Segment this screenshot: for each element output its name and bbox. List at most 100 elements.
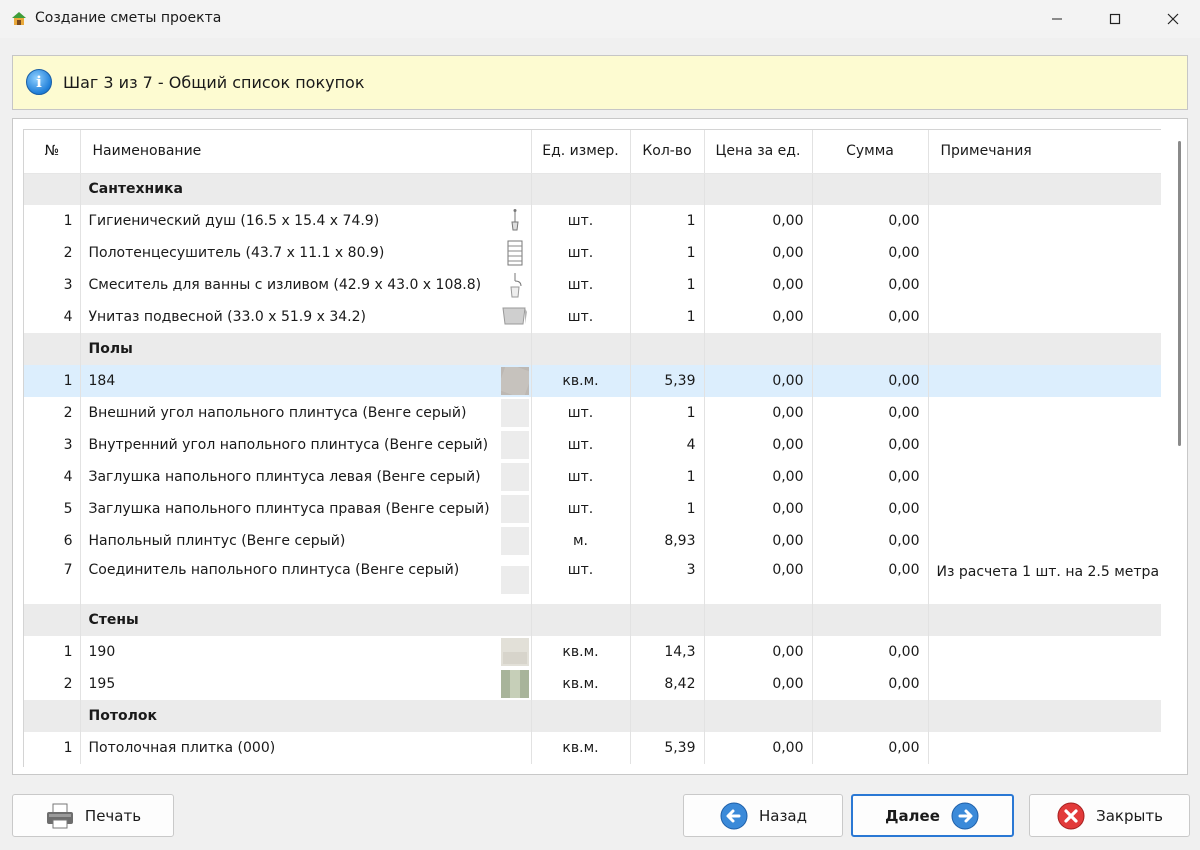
vertical-scrollbar[interactable] (1173, 131, 1183, 767)
row-price[interactable]: 0,00 (704, 732, 813, 764)
row-qty: 8,93 (630, 525, 705, 557)
category-num-cell (24, 173, 81, 205)
row-note[interactable] (928, 461, 1161, 493)
row-note[interactable] (928, 429, 1161, 461)
row-note[interactable] (928, 493, 1161, 525)
row-note[interactable] (928, 269, 1161, 301)
table-row[interactable]: 4 Унитаз подвесной (33.0 x 51.9 x 34.2) шт… (24, 301, 1161, 333)
table-row[interactable]: 2 195 кв.м. 8,42 0,00 0,00 (24, 668, 1161, 700)
row-price[interactable]: 0,00 (704, 557, 813, 604)
category-row[interactable]: Сантехника (24, 173, 1161, 205)
header-unit[interactable]: Ед. измер. (531, 130, 631, 174)
header-qty[interactable]: Кол-во (630, 130, 705, 174)
header-price[interactable]: Цена за ед. (704, 130, 813, 174)
row-qty: 1 (630, 461, 705, 493)
row-name: 195 (88, 676, 116, 692)
back-button[interactable]: Назад (683, 794, 843, 837)
row-name: Внешний угол напольного плинтуса (Венге … (88, 405, 467, 421)
category-row[interactable]: Стены (24, 604, 1161, 636)
close-button[interactable]: Закрыть (1029, 794, 1190, 837)
table-header-row: № Наименование Ед. измер. Кол-во Цена за… (24, 130, 1161, 174)
print-button[interactable]: Печать (12, 794, 174, 837)
table-row[interactable]: 3 Смеситель для ванны с изливом (42.9 x 4… (24, 269, 1161, 301)
row-note[interactable] (928, 365, 1161, 397)
row-price[interactable]: 0,00 (704, 237, 813, 269)
row-name-cell: Полотенцесушитель (43.7 x 11.1 x 80.9) (80, 237, 532, 269)
scrollbar-thumb[interactable] (1178, 141, 1181, 446)
toilet-icon (500, 303, 530, 331)
row-unit: м. (531, 525, 631, 557)
row-price[interactable]: 0,00 (704, 636, 813, 668)
row-sum: 0,00 (812, 365, 929, 397)
row-note[interactable] (928, 301, 1161, 333)
row-qty: 5,39 (630, 732, 705, 764)
table-row[interactable]: 1 184 кв.м. 5,39 0,00 0,00 (24, 365, 1161, 397)
row-note[interactable] (928, 397, 1161, 429)
row-price[interactable]: 0,00 (704, 525, 813, 557)
row-num: 4 (24, 301, 81, 333)
minimize-button[interactable] (1028, 0, 1086, 38)
table-row[interactable]: 2 Внешний угол напольного плинтуса (Венге… (24, 397, 1161, 429)
table-row[interactable]: 3 Внутренний угол напольного плинтуса (Ве… (24, 429, 1161, 461)
category-name: Потолок (80, 700, 532, 732)
table-row[interactable]: 4 Заглушка напольного плинтуса левая (Вен… (24, 461, 1161, 493)
row-name: Заглушка напольного плинтуса правая (Вен… (88, 501, 490, 517)
header-sum[interactable]: Сумма (812, 130, 929, 174)
purchase-table: № Наименование Ед. измер. Кол-во Цена за… (24, 130, 1161, 764)
category-empty-cell (812, 604, 929, 636)
row-qty: 1 (630, 269, 705, 301)
plinth-swatch (500, 527, 530, 555)
next-button[interactable]: Далее (851, 794, 1014, 837)
row-price[interactable]: 0,00 (704, 668, 813, 700)
row-note[interactable] (928, 636, 1161, 668)
row-price[interactable]: 0,00 (704, 429, 813, 461)
category-empty-cell (928, 604, 1161, 636)
table-row[interactable]: 5 Заглушка напольного плинтуса правая (Ве… (24, 493, 1161, 525)
category-row[interactable]: Потолок (24, 700, 1161, 732)
header-name[interactable]: Наименование (80, 130, 532, 174)
row-note[interactable] (928, 237, 1161, 269)
row-unit: шт. (531, 557, 631, 604)
row-qty: 5,39 (630, 365, 705, 397)
row-sum: 0,00 (812, 493, 929, 525)
maximize-icon (1109, 13, 1121, 25)
row-price[interactable]: 0,00 (704, 365, 813, 397)
table-row[interactable]: 1 Потолочная плитка (000) кв.м. 5,39 0,00 0,0… (24, 732, 1161, 764)
row-price[interactable]: 0,00 (704, 493, 813, 525)
row-num: 2 (24, 237, 81, 269)
row-price[interactable]: 0,00 (704, 461, 813, 493)
category-row[interactable]: Полы (24, 333, 1161, 365)
table-row[interactable]: 6 Напольный плинтус (Венге серый) м. 8,93 0,… (24, 525, 1161, 557)
category-empty-cell (531, 333, 631, 365)
row-note[interactable] (928, 668, 1161, 700)
row-num: 1 (24, 636, 81, 668)
row-price[interactable]: 0,00 (704, 397, 813, 429)
row-note[interactable]: Из расчета 1 шт. на 2.5 метра (928, 557, 1161, 604)
row-unit: шт. (531, 493, 631, 525)
row-note[interactable] (928, 525, 1161, 557)
table-row[interactable]: 1 Гигиенический душ (16.5 x 15.4 x 74.9) ш… (24, 205, 1161, 237)
table-row[interactable]: 7 Соединитель напольного плинтуса (Венге … (24, 557, 1161, 604)
row-name-cell: Потолочная плитка (000) (80, 732, 532, 764)
row-unit: шт. (531, 461, 631, 493)
row-price[interactable]: 0,00 (704, 301, 813, 333)
row-note[interactable] (928, 732, 1161, 764)
category-name: Стены (80, 604, 532, 636)
row-price[interactable]: 0,00 (704, 269, 813, 301)
row-num: 5 (24, 493, 81, 525)
maximize-button[interactable] (1086, 0, 1144, 38)
row-num: 1 (24, 365, 81, 397)
header-num[interactable]: № (24, 130, 81, 174)
window-close-button[interactable] (1144, 0, 1200, 38)
row-num: 1 (24, 732, 81, 764)
row-note[interactable] (928, 205, 1161, 237)
floor-tile-swatch (500, 367, 530, 395)
row-unit: кв.м. (531, 668, 631, 700)
category-empty-cell (812, 333, 929, 365)
step-title: Шаг 3 из 7 - Общий список покупок (63, 73, 365, 92)
table-row[interactable]: 1 190 кв.м. 14,3 0,00 0,00 (24, 636, 1161, 668)
row-name-cell: Заглушка напольного плинтуса правая (Вен… (80, 493, 532, 525)
table-row[interactable]: 2 Полотенцесушитель (43.7 x 11.1 x 80.9) ш… (24, 237, 1161, 269)
row-price[interactable]: 0,00 (704, 205, 813, 237)
header-notes[interactable]: Примечания (928, 130, 1161, 174)
